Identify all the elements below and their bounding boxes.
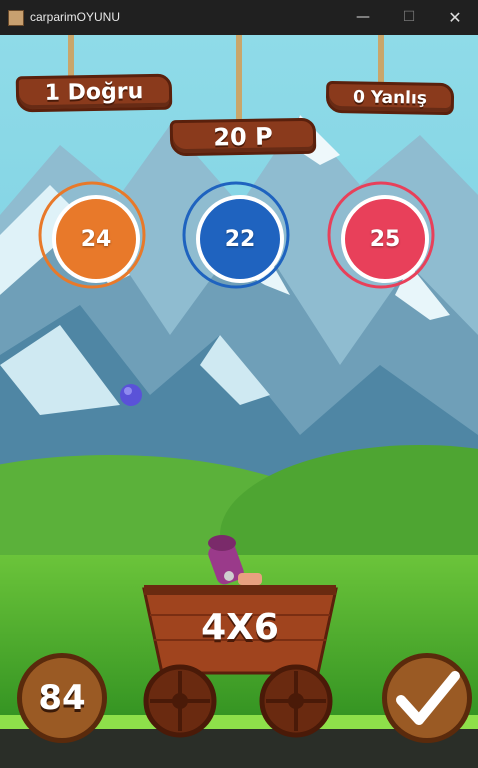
correct-count: 1 Doğru [15,73,173,113]
maximize-button[interactable]: ☐ [386,0,432,35]
timer-display: 84 [17,653,107,743]
submit-button[interactable] [382,653,472,743]
points-display: 20 P [169,117,317,157]
answer-option-1[interactable]: 24 [52,195,140,283]
minimize-button[interactable]: — [340,0,386,35]
title-bar: carparimOYUNU — ☐ ✕ [0,0,478,35]
close-button[interactable]: ✕ [432,0,478,35]
answer-option-2[interactable]: 22 [196,195,284,283]
game-area: 1 Doğru 20 P 0 Yanlış 24 22 25 4X6 84 [0,35,478,768]
wrong-count: 0 Yanlış [325,80,455,116]
question-text: 4X6 [201,607,279,648]
checkmark-icon [396,671,460,725]
window-title: carparimOYUNU [30,10,121,24]
answer-option-3[interactable]: 25 [341,195,429,283]
app-icon [8,10,24,26]
